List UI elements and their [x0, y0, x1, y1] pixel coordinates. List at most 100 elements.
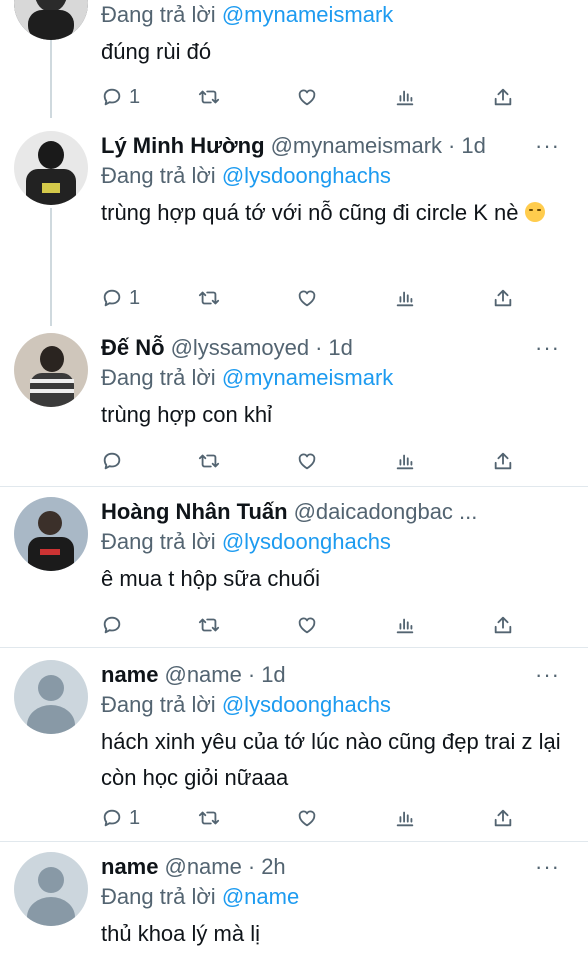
reply-context: Đang trả lời @name — [101, 884, 300, 909]
mention-link[interactable]: @lysdoonghachs — [222, 529, 391, 554]
tweet-text: đúng rùi đó — [101, 39, 212, 64]
share-icon — [494, 809, 512, 827]
like-button[interactable] — [296, 84, 318, 110]
tweet-header: name @name · 1d — [101, 660, 578, 690]
separator-dot: · — [247, 854, 256, 879]
author-name[interactable]: Lý Minh Hường — [101, 131, 265, 161]
share-button[interactable] — [492, 805, 514, 831]
reply-icon — [103, 289, 121, 307]
author-name[interactable]: Đế Nỗ — [101, 333, 165, 363]
author-name[interactable]: name — [101, 660, 158, 690]
retweet-icon — [198, 291, 220, 305]
author-name[interactable]: Hoàng Nhân Tuấn — [101, 497, 288, 527]
heart-icon — [298, 89, 316, 106]
stats-button[interactable] — [394, 84, 416, 110]
author-handle[interactable]: @daicadongbac ... — [294, 497, 478, 527]
reply-count: 1 — [129, 85, 141, 108]
tweet-actions — [101, 612, 521, 638]
share-icon — [494, 88, 512, 106]
tweet[interactable]: name @name · 2h ··· Đang trả lời @name t… — [0, 852, 588, 960]
tweet[interactable]: Lý Minh Hường @mynameismark · 1d ··· Đan… — [0, 131, 588, 321]
stats-icon — [396, 454, 414, 470]
like-button[interactable] — [296, 448, 318, 474]
tweet-header: Đế Nỗ @lyssamoyed · 1d — [101, 333, 578, 363]
more-options-icon[interactable]: ··· — [535, 337, 560, 359]
heart-icon — [298, 290, 316, 307]
timestamp[interactable]: 1d — [261, 660, 285, 690]
tweet-actions: 1 — [101, 285, 521, 311]
share-button[interactable] — [492, 612, 514, 638]
retweet-icon — [198, 811, 220, 825]
like-button[interactable] — [296, 805, 318, 831]
author-handle[interactable]: @name — [164, 660, 241, 690]
retweet-icon — [198, 618, 220, 632]
timestamp[interactable]: 1d — [328, 333, 352, 363]
retweet-button[interactable] — [198, 285, 220, 311]
reply-icon — [103, 452, 121, 470]
retweet-button[interactable] — [198, 612, 220, 638]
avatar[interactable] — [14, 497, 88, 571]
reply-context: Đang trả lời @mynameismark — [101, 2, 394, 27]
stats-button[interactable] — [394, 285, 416, 311]
share-icon — [494, 616, 512, 634]
share-button[interactable] — [492, 448, 514, 474]
more-options-icon[interactable]: ··· — [535, 135, 560, 157]
retweet-button[interactable] — [198, 84, 220, 110]
tweet-actions: 1 — [101, 805, 521, 831]
author-handle[interactable]: @mynameismark — [271, 131, 442, 161]
tweet[interactable]: name @name · 1d ··· Đang trả lời @lysdoo… — [0, 660, 588, 840]
avatar[interactable] — [14, 0, 88, 40]
tweet-header: Lý Minh Hường @mynameismark · 1d — [101, 131, 578, 161]
tweet-text: thủ khoa lý mà lị — [101, 921, 260, 946]
author-handle[interactable]: @lyssamoyed — [171, 333, 310, 363]
heart-icon — [298, 810, 316, 827]
more-options-icon[interactable]: ··· — [535, 664, 560, 686]
avatar[interactable] — [14, 333, 88, 407]
tweet-header: name @name · 2h — [101, 852, 578, 882]
reply-context: Đang trả lời @lysdoonghachs — [101, 163, 391, 188]
divider — [0, 841, 588, 842]
tweet-text: trùng hợp quá tớ với nỗ cũng đi circle K… — [101, 195, 578, 231]
default-avatar-icon[interactable] — [14, 852, 88, 926]
separator-dot: · — [315, 335, 323, 360]
tweet[interactable]: Hoàng Nhân Tuấn @daicadongbac ... Đang t… — [0, 497, 588, 645]
avatar[interactable] — [14, 131, 88, 205]
reply-icon — [103, 809, 121, 827]
tweet-actions — [101, 448, 521, 474]
separator-dot: · — [448, 133, 456, 158]
retweet-button[interactable] — [198, 448, 220, 474]
timestamp[interactable]: 2h — [261, 852, 285, 882]
tweet-text: ê mua t hộp sữa chuối — [101, 566, 320, 591]
reply-button[interactable]: 1 — [101, 285, 140, 311]
mention-link[interactable]: @lysdoonghachs — [222, 692, 391, 717]
reply-button[interactable]: 1 — [101, 805, 140, 831]
more-options-icon[interactable]: ··· — [535, 856, 560, 878]
default-avatar-icon[interactable] — [14, 660, 88, 734]
retweet-button[interactable] — [198, 805, 220, 831]
mention-link[interactable]: @lysdoonghachs — [222, 163, 391, 188]
reply-icon — [103, 88, 121, 106]
share-button[interactable] — [492, 84, 514, 110]
like-button[interactable] — [296, 285, 318, 311]
mention-link[interactable]: @name — [222, 884, 299, 909]
author-handle[interactable]: @name — [164, 852, 241, 882]
stats-button[interactable] — [394, 612, 416, 638]
share-button[interactable] — [492, 285, 514, 311]
author-name[interactable]: name — [101, 852, 158, 882]
reply-button[interactable]: 1 — [101, 84, 140, 110]
like-button[interactable] — [296, 612, 318, 638]
reply-button[interactable] — [101, 448, 129, 474]
stats-button[interactable] — [394, 448, 416, 474]
mention-link[interactable]: @mynameismark — [222, 2, 393, 27]
tweet-actions: 1 — [101, 84, 521, 110]
stats-button[interactable] — [394, 805, 416, 831]
tweet[interactable]: Đang trả lời @mynameismark đúng rùi đó 1 — [0, 0, 588, 120]
tweet[interactable]: Đế Nỗ @lyssamoyed · 1d ··· Đang trả lời … — [0, 333, 588, 483]
stats-icon — [396, 811, 414, 827]
reply-button[interactable] — [101, 612, 129, 638]
tweet-header: Hoàng Nhân Tuấn @daicadongbac ... — [101, 497, 578, 527]
share-icon — [494, 289, 512, 307]
mention-link[interactable]: @mynameismark — [222, 365, 393, 390]
timestamp[interactable]: 1d — [461, 131, 485, 161]
reply-context: Đang trả lời @lysdoonghachs — [101, 692, 391, 717]
